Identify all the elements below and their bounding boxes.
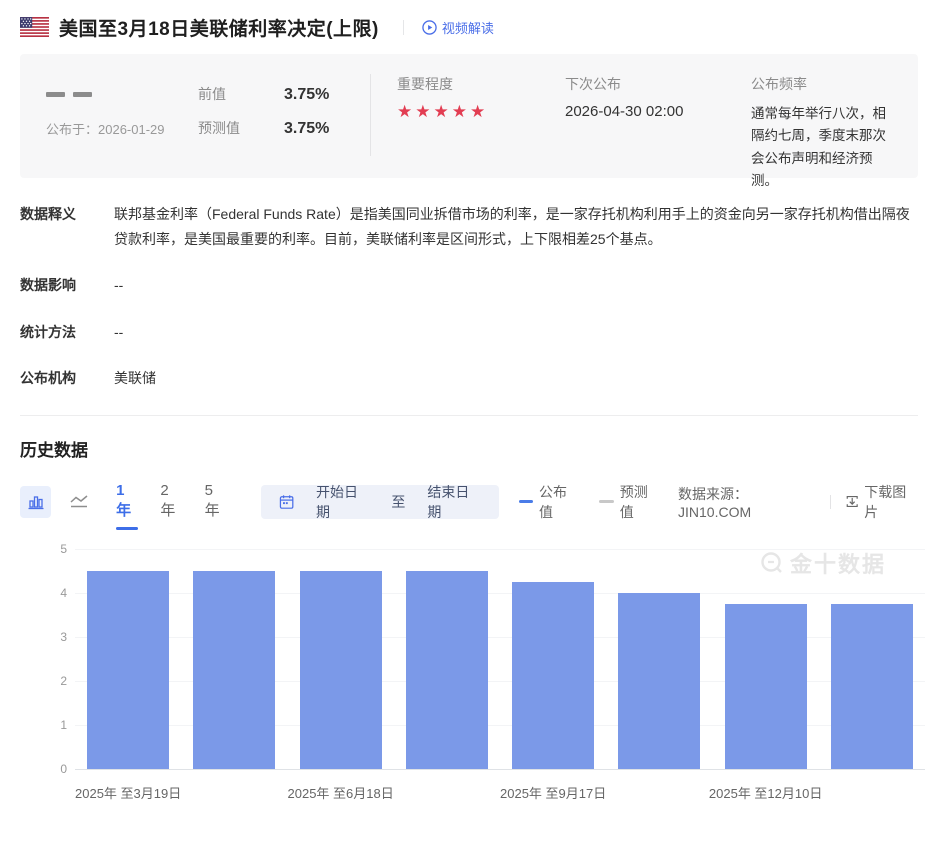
data-source: 数据来源：JIN10.COM bbox=[678, 484, 816, 520]
summary-card: 公布于：2026-01-29 前值 3.75% 预测值 3.75% 重要程度 ★… bbox=[20, 54, 918, 178]
bar-chart-type-button[interactable] bbox=[20, 486, 51, 518]
chart-controls: 1年 2年 5年 开始日期 至 结束日期 公布值 预测 bbox=[20, 485, 918, 519]
next-release-block: 下次公布 2026-04-30 02:00 bbox=[565, 70, 751, 178]
prev-value: 3.75% bbox=[284, 86, 329, 104]
latest-value-block: 公布于：2026-01-29 bbox=[46, 70, 198, 178]
legend-published-value[interactable]: 公布值 bbox=[519, 482, 580, 522]
bar-1[interactable] bbox=[193, 571, 275, 769]
history-bar-chart: 金十数据 0123452025年 至3月19日2025年 至6月18日2025年… bbox=[20, 549, 918, 849]
tab-1-year[interactable]: 1年 bbox=[116, 482, 138, 522]
x-axis-label: 2025年 至6月18日 bbox=[288, 783, 394, 802]
bar-5[interactable] bbox=[618, 593, 700, 769]
video-explain-link[interactable]: 视频解读 bbox=[422, 18, 494, 37]
importance-label: 重要程度 bbox=[397, 74, 565, 94]
play-circle-icon bbox=[422, 20, 437, 35]
bar-3[interactable] bbox=[406, 571, 488, 769]
forecast-label: 预测值 bbox=[198, 118, 260, 138]
bar-7[interactable] bbox=[831, 604, 913, 769]
legend-swatch-forecast bbox=[599, 500, 613, 503]
latest-value-placeholder bbox=[46, 92, 198, 97]
next-release-value: 2026-04-30 02:00 bbox=[565, 103, 751, 120]
detail-row-agency: 公布机构 美联储 bbox=[20, 366, 918, 391]
us-flag-icon bbox=[20, 17, 49, 37]
gridline-y0 bbox=[75, 769, 925, 770]
date-to-label: 至 bbox=[391, 492, 405, 512]
download-label: 下载图片 bbox=[864, 482, 918, 522]
y-axis-tick: 0 bbox=[33, 762, 67, 776]
y-axis-tick: 3 bbox=[33, 630, 67, 644]
header-divider bbox=[403, 20, 404, 35]
section-divider bbox=[20, 415, 918, 416]
calendar-icon bbox=[279, 494, 294, 510]
video-explain-label: 视频解读 bbox=[442, 18, 494, 37]
x-axis-label: 2025年 至9月17日 bbox=[500, 783, 606, 802]
next-release-label: 下次公布 bbox=[565, 74, 751, 94]
range-tabs: 1年 2年 5年 bbox=[116, 482, 227, 522]
bar-chart-icon bbox=[27, 493, 45, 511]
forecast-value: 3.75% bbox=[284, 120, 329, 138]
bar-4[interactable] bbox=[512, 582, 594, 769]
prev-forecast-block: 前值 3.75% 预测值 3.75% bbox=[198, 70, 370, 178]
history-heading: 历史数据 bbox=[20, 436, 918, 461]
published-on: 公布于：2026-01-29 bbox=[46, 119, 198, 138]
bar-6[interactable] bbox=[725, 604, 807, 769]
prev-label: 前值 bbox=[198, 84, 260, 104]
y-axis-tick: 1 bbox=[33, 718, 67, 732]
legend-forecast-value[interactable]: 预测值 bbox=[599, 482, 660, 522]
frequency-text: 通常每年举行八次，相隔约七周，季度末那次会公布声明和经济预测。 bbox=[751, 103, 894, 192]
summary-vertical-divider bbox=[370, 74, 371, 156]
x-axis-label: 2025年 至3月19日 bbox=[75, 783, 181, 802]
end-date-field[interactable]: 结束日期 bbox=[427, 482, 480, 522]
economic-indicator-page: 美国至3月18日美联储利率决定(上限) 视频解读 公布于：2026-01-29 … bbox=[0, 0, 938, 849]
page-title: 美国至3月18日美联储利率决定(上限) bbox=[59, 14, 379, 41]
frequency-label: 公布频率 bbox=[751, 74, 894, 94]
legend-swatch-published bbox=[519, 500, 533, 503]
chart-controls-right: 公布值 预测值 数据来源：JIN10.COM 下载图片 bbox=[499, 482, 918, 522]
page-header: 美国至3月18日美联储利率决定(上限) 视频解读 bbox=[20, 0, 918, 40]
y-axis-tick: 4 bbox=[33, 586, 67, 600]
line-chart-type-button[interactable] bbox=[63, 486, 94, 518]
line-chart-icon bbox=[69, 493, 89, 511]
x-axis-label: 2025年 至12月10日 bbox=[709, 783, 822, 802]
bar-0[interactable] bbox=[87, 571, 169, 769]
y-axis-tick: 2 bbox=[33, 674, 67, 688]
tab-2-year[interactable]: 2年 bbox=[160, 482, 182, 522]
date-range-picker[interactable]: 开始日期 至 结束日期 bbox=[261, 485, 499, 519]
importance-block: 重要程度 ★★★★★ bbox=[397, 70, 565, 178]
controls-divider bbox=[830, 495, 831, 509]
detail-row-impact: 数据影响 -- bbox=[20, 273, 918, 298]
detail-list: 数据释义 联邦基金利率（Federal Funds Rate）是指美国同业拆借市… bbox=[20, 202, 918, 391]
detail-row-method: 统计方法 -- bbox=[20, 320, 918, 345]
gridline-y5 bbox=[75, 549, 925, 550]
importance-stars: ★★★★★ bbox=[397, 103, 565, 120]
tab-5-year[interactable]: 5年 bbox=[205, 482, 227, 522]
y-axis-tick: 5 bbox=[33, 542, 67, 556]
detail-row-definition: 数据释义 联邦基金利率（Federal Funds Rate）是指美国同业拆借市… bbox=[20, 202, 918, 252]
bar-2[interactable] bbox=[300, 571, 382, 769]
download-icon bbox=[845, 494, 859, 509]
frequency-block: 公布频率 通常每年举行八次，相隔约七周，季度末那次会公布声明和经济预测。 bbox=[751, 70, 894, 178]
start-date-field[interactable]: 开始日期 bbox=[316, 482, 369, 522]
download-image-button[interactable]: 下载图片 bbox=[845, 482, 918, 522]
plot-area: 0123452025年 至3月19日2025年 至6月18日2025年 至9月1… bbox=[75, 549, 925, 769]
